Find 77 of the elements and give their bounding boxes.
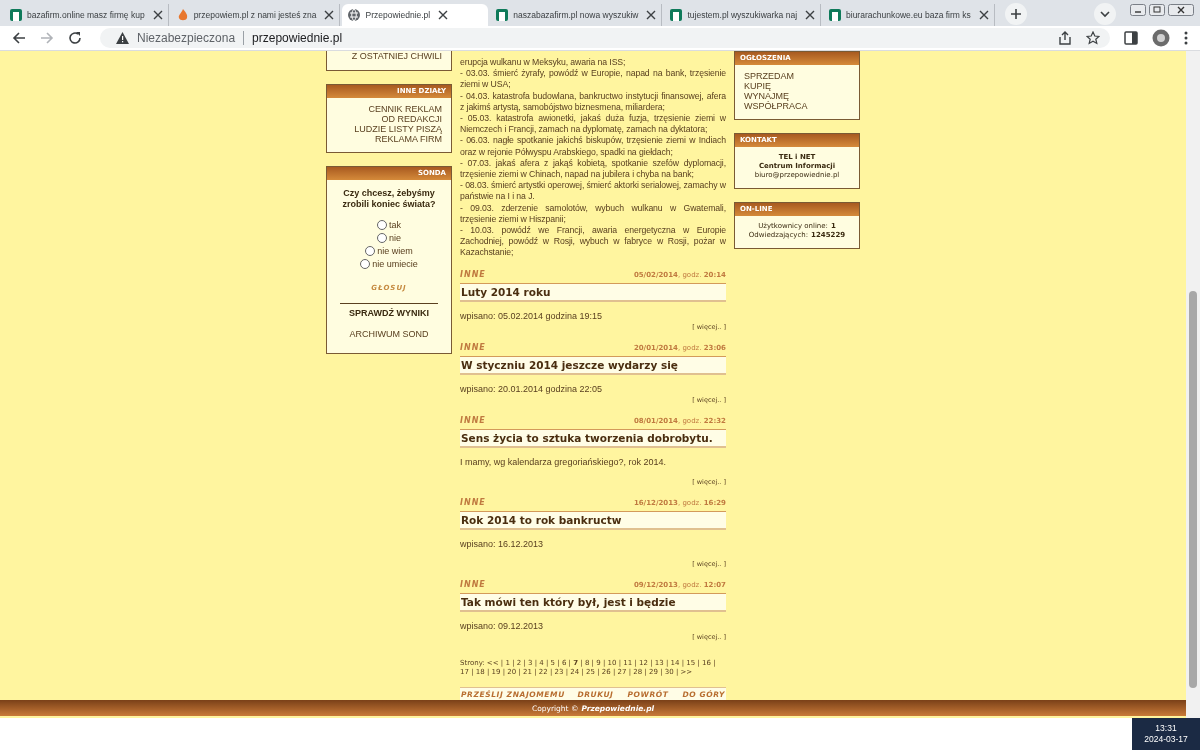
menu-icon[interactable] [1184,31,1188,45]
back-icon[interactable] [12,31,26,45]
poll-option[interactable]: nie wiem [365,246,413,256]
site-favicon-icon [495,8,510,22]
dropdown-icon[interactable] [1094,3,1116,25]
tab-title: naszabazafirm.pl nowa wyszukiw [513,10,639,20]
profile-avatar-icon[interactable] [1152,29,1170,47]
article-paragraph: - 10.03. powódź we Francji, awaria energetyczna w Europie Zachodniej, powódź w Rosji, wybuch w fabryce w Rosji, pożar w Kazachstanie; [460,225,726,259]
poll-option[interactable]: tak [377,220,401,230]
menu-link[interactable]: CENNIK REKLAM [368,104,442,114]
tab-title: przepowiem.pl z nami jesteś zna [193,10,317,20]
radio-button[interactable] [377,233,387,243]
poll-option[interactable]: nie [377,233,401,243]
tab-title: biurarachunkowe.eu baza firm ks [846,10,971,20]
close-window-icon[interactable] [1168,4,1194,16]
menu-link[interactable]: SPRZEDAM [744,71,850,81]
restore-icon[interactable] [1149,4,1165,16]
article-paragraph: - 09.03. zderzenie samolotów, wybuch wulkanu w Gwatemali, trzęsienie ziemi w Hiszpanii; [460,202,726,226]
side-panel-icon[interactable] [1124,31,1138,45]
reload-icon[interactable] [68,31,82,45]
close-icon[interactable] [646,10,657,20]
new-tab-icon[interactable] [1004,3,1027,25]
poll-question: Czy chcesz, żebyśmy zrobili koniec świata? [341,188,437,210]
results-link[interactable]: SPRAWDŹ WYNIKI [349,308,429,318]
warning-icon [116,32,129,44]
browser-tab[interactable]: Przepowiednie.pl [342,4,489,26]
tab-title: Przepowiednie.pl [365,10,431,20]
close-icon[interactable] [152,10,163,20]
post-excerpt: wpisano: 16.12.2013 [460,538,545,550]
menu-link[interactable]: OD REDAKCJI [381,114,442,124]
address-bar[interactable]: Niezabezpieczona przepowiednie.pl [100,28,1110,48]
taskbar-clock[interactable]: 13:31 2024-03-17 [1132,718,1200,750]
post-excerpt: wpisano: 09.12.2013 [460,620,545,632]
clock-time: 13:31 [1155,723,1177,734]
security-label: Niezabezpieczona [137,31,245,45]
share-icon[interactable] [1058,31,1072,45]
radio-button[interactable] [377,220,387,230]
post-title[interactable]: Tak mówi ten który był, jest i będzie [460,592,726,612]
post-excerpt: wpisano: 20.01.2014 godzina 22:05 [460,383,604,395]
post-excerpt: wpisano: 05.02.2014 godzina 19:15 [460,310,604,322]
tab-title: bazafirm.online masz firmę kup [27,10,145,20]
article-paragraph: - 07.03. jakaś afera z jakąś kobietą, spotkanie szefów dyplomacji, trzęsienie ziemi w Chinach, napad na jubilera i chyba na bank; [460,157,726,181]
close-icon[interactable] [978,10,989,20]
post-title[interactable]: Sens życia to sztuka tworzenia dobrobytu. [460,428,726,448]
menu-link[interactable]: REKLAMA FIRM [375,134,442,144]
archive-link[interactable]: ARCHIWUM SOND [349,329,429,339]
menu-link[interactable]: Z OSTATNIEJ CHWILI [351,51,442,61]
post-title[interactable]: Rok 2014 to rok bankructw [460,510,726,530]
minimize-icon[interactable] [1130,4,1146,16]
poll-option[interactable]: nie umiecie [360,259,418,269]
clock-date: 2024-03-17 [1144,734,1188,745]
post-excerpt: I mamy, wg kalendarza gregoriańskiego?, rok 2014. [460,456,667,468]
article-paragraph: - 04.03. katastrofa budowlana, bankructwo instytucji finansowej, afera z jakimś artystą, samobójstwo biznesmena, miliardera; [460,90,726,113]
tab-title: tujestem.pl wyszukiwarka naj [687,10,798,20]
globe-icon [347,8,362,22]
radio-button[interactable] [360,259,371,269]
article-paragraph: - 06.03. nagłe spotkanie jakichś biskupów, trzęsienie ziemi w Indiach oraz w rejonie Półwyspu Arabskiego, spadki na giełdach; [460,135,726,158]
scrollbar-thumb[interactable] [1189,291,1197,688]
close-icon[interactable] [438,10,449,20]
menu-link[interactable]: WSPÓŁPRACA [744,101,850,111]
post-title[interactable]: W styczniu 2014 jeszcze wydarzy się [460,355,726,375]
site-favicon-icon [669,8,684,22]
close-icon[interactable] [805,10,816,20]
article-paragraph: - 03.03. śmierć żyrafy, powódź w Europie, napad na bank, trzęsienie ziemi w USA; [460,68,726,91]
site-favicon-icon [9,8,23,22]
article-paragraph: erupcja wulkanu w Meksyku, awaria na ISS; [460,57,627,69]
close-icon[interactable] [324,10,335,20]
menu-link[interactable]: KUPIĘ [744,81,850,91]
menu-link[interactable]: LUDZIE LISTY PISZĄ [354,124,442,134]
article-paragraph: - 08.03. śmierć artystki operowej, śmierć aktorki serialowej, zamachy w państwie na I i na J. [460,180,726,203]
post-title[interactable]: Luty 2014 roku [460,282,726,302]
menu-link[interactable]: WYNAJMĘ [744,91,850,101]
url-text: przepowiednie.pl [252,31,343,45]
radio-button[interactable] [365,246,376,256]
article-paragraph: - 05.03. katastrofa awionetki, jakaś duża fuzja, trzęsienie ziemi w Niemczech i Francji, zamach na dyplomatę, zamach na dyktatora; [460,113,726,136]
star-icon[interactable] [1086,31,1100,45]
site-favicon-icon [828,8,843,22]
